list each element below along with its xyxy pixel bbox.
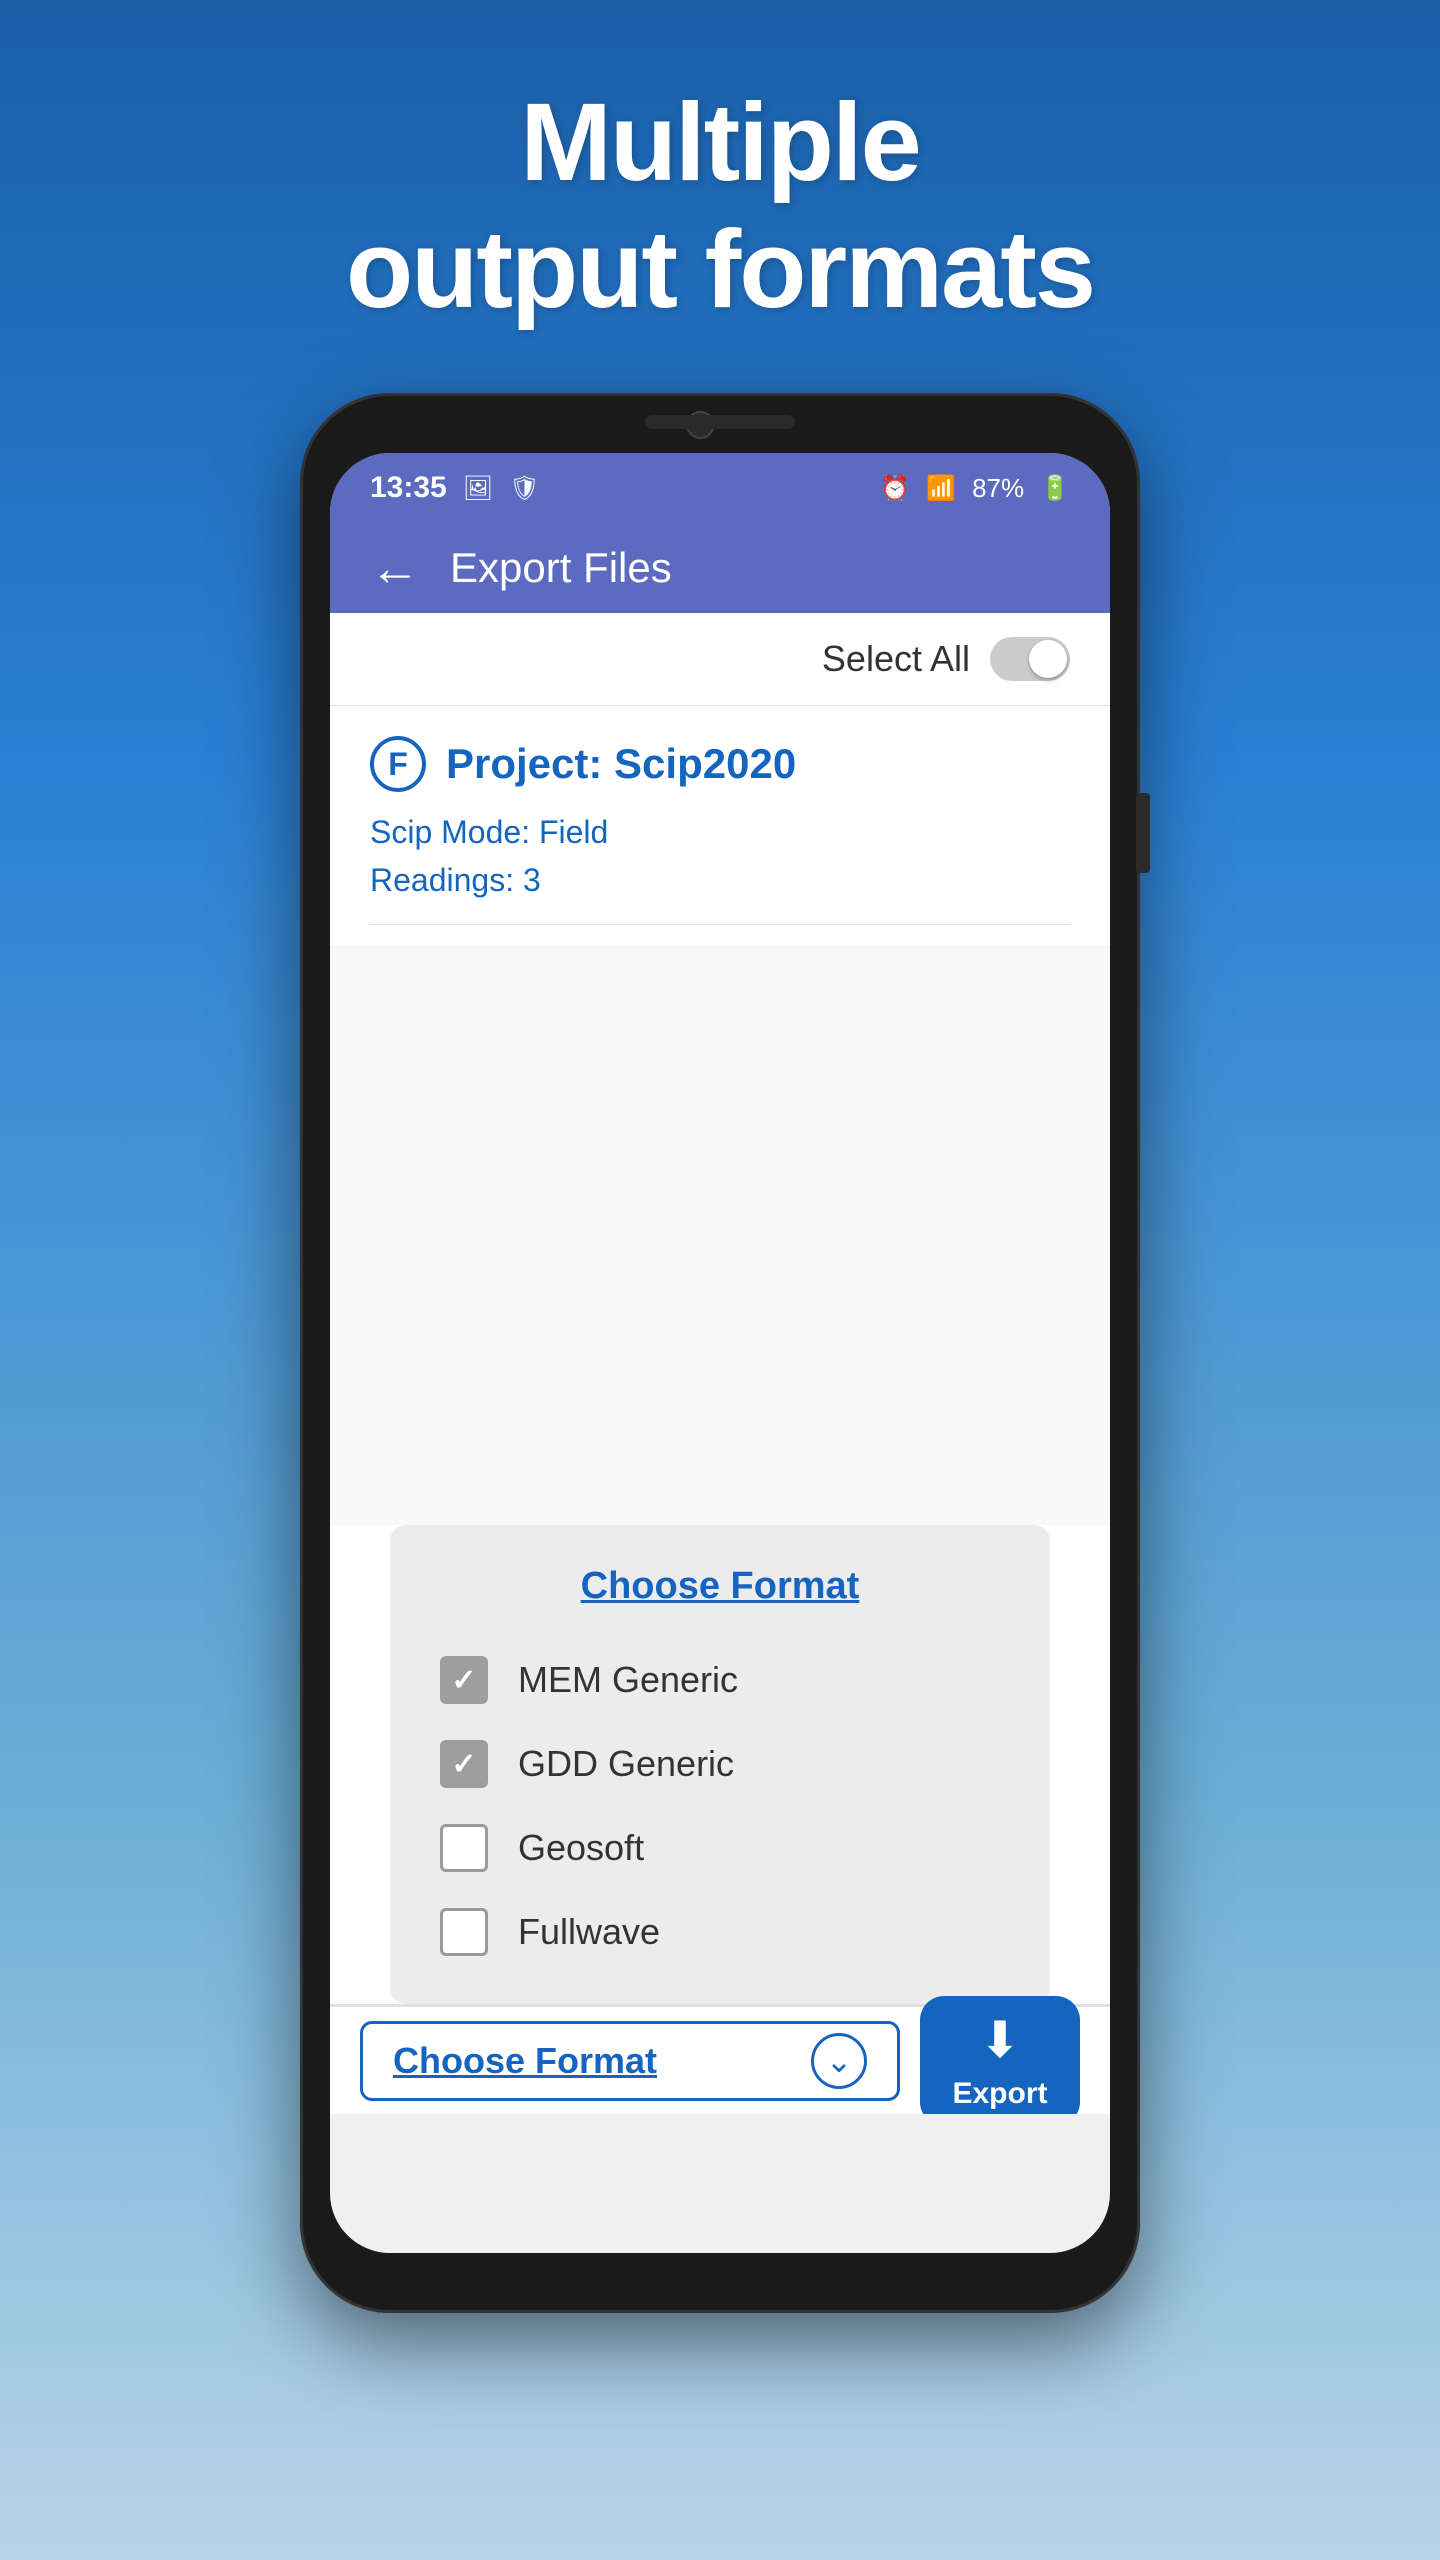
select-all-toggle[interactable] <box>990 637 1070 681</box>
battery-text: 87% <box>972 473 1024 504</box>
image-status-icon: 🖼 <box>463 474 493 503</box>
hero-line2: output formats <box>346 208 1094 331</box>
project-mode: Scip Mode: Field <box>370 808 1070 856</box>
chevron-down-icon: ⌄ <box>811 2033 867 2089</box>
hero-line1: Multiple <box>520 81 920 204</box>
format-label-mem: MEM Generic <box>518 1659 738 1701</box>
status-time: 13:35 <box>370 471 447 505</box>
format-item-gdd: GDD Generic <box>440 1722 1000 1806</box>
phone-side-button <box>1136 793 1150 873</box>
format-item-geosoft: Geosoft <box>440 1806 1000 1890</box>
status-right: ⏰ 📶 87% 🔋 <box>880 473 1070 504</box>
export-label: Export <box>952 2077 1047 2111</box>
format-checkbox-geosoft[interactable] <box>440 1824 488 1872</box>
wifi-icon: 📶 <box>926 474 956 503</box>
export-button[interactable]: ⬇ Export <box>920 1996 1080 2115</box>
status-bar: 13:35 🖼 🛡 ⏰ 📶 87% 🔋 <box>330 453 1110 523</box>
bottom-bar: Choose Format ⌄ ⬇ Export <box>330 2004 1110 2114</box>
choose-format-button[interactable]: Choose Format ⌄ <box>360 2021 900 2101</box>
toggle-thumb <box>1029 640 1067 678</box>
format-checkbox-fullwave[interactable] <box>440 1908 488 1956</box>
status-left: 13:35 🖼 🛡 <box>370 471 540 505</box>
alarm-icon: ⏰ <box>880 474 910 503</box>
format-item-mem: MEM Generic <box>440 1638 1000 1722</box>
project-icon: F <box>370 736 426 792</box>
choose-format-text: Choose Format <box>393 2040 657 2082</box>
project-readings: Readings: 3 <box>370 856 1070 904</box>
screen-content: Select All F Project: Scip2020 Scip Mode… <box>330 613 1110 2114</box>
select-all-label: Select All <box>822 638 970 680</box>
project-section: F Project: Scip2020 Scip Mode: Field Rea… <box>330 706 1110 945</box>
format-label-fullwave: Fullwave <box>518 1911 660 1953</box>
format-label-geosoft: Geosoft <box>518 1827 644 1869</box>
hero-section: Multiple output formats <box>346 0 1094 333</box>
format-item-fullwave: Fullwave <box>440 1890 1000 1974</box>
app-bar-title: Export Files <box>450 544 672 592</box>
export-download-icon: ⬇ <box>979 2011 1021 2069</box>
project-divider <box>370 924 1070 925</box>
back-button[interactable]: ← <box>370 539 420 597</box>
phone-body: 13:35 🖼 🛡 ⏰ 📶 87% 🔋 ← Export Files <box>300 393 1140 2313</box>
hero-title: Multiple output formats <box>346 80 1094 333</box>
format-panel-title: Choose Format <box>440 1565 1000 1608</box>
phone-mockup: 13:35 🖼 🛡 ⏰ 📶 87% 🔋 ← Export Files <box>290 393 1150 2343</box>
phone-screen: 13:35 🖼 🛡 ⏰ 📶 87% 🔋 ← Export Files <box>330 453 1110 2253</box>
format-panel: Choose Format MEM Generic GDD Generic Ge… <box>390 1525 1050 2004</box>
battery-icon: 🔋 <box>1040 474 1070 503</box>
project-title-row: F Project: Scip2020 <box>370 736 1070 792</box>
project-name: Project: Scip2020 <box>446 740 796 788</box>
phone-speaker <box>645 415 795 429</box>
shield-status-icon: 🛡 <box>509 474 539 503</box>
format-label-gdd: GDD Generic <box>518 1743 734 1785</box>
select-all-row: Select All <box>330 613 1110 706</box>
format-checkbox-mem[interactable] <box>440 1656 488 1704</box>
app-bar: ← Export Files <box>330 523 1110 613</box>
content-space <box>330 945 1110 1525</box>
project-details: Scip Mode: Field Readings: 3 <box>370 808 1070 904</box>
format-checkbox-gdd[interactable] <box>440 1740 488 1788</box>
